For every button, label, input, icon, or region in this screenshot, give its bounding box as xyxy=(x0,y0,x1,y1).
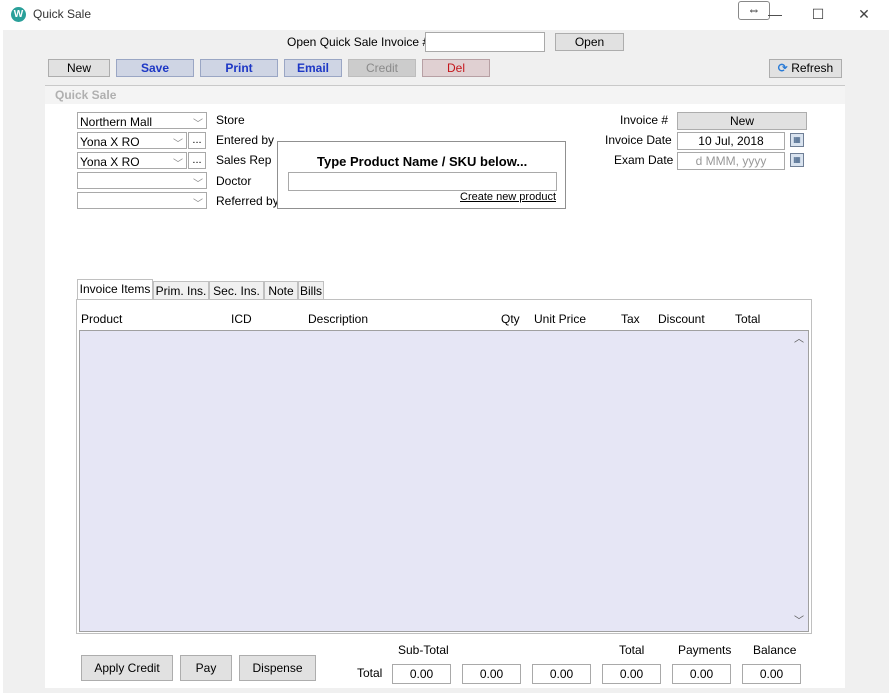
left-edge xyxy=(0,30,3,693)
sales-rep-select[interactable]: Yona X RO ﹀ xyxy=(77,152,187,170)
scroll-up-icon[interactable]: ︿ xyxy=(792,333,806,347)
invoice-date-label: Invoice Date xyxy=(605,133,672,147)
product-search-input[interactable] xyxy=(288,172,557,191)
total-value: 0.00 xyxy=(602,664,661,684)
entered-by-browse-button[interactable]: ... xyxy=(188,132,206,149)
dispense-button[interactable]: Dispense xyxy=(239,655,316,681)
subtotal-value-3: 0.00 xyxy=(532,664,591,684)
app-logo-icon: W xyxy=(11,7,26,22)
title-bar: W Quick Sale ⇔ — ☐ ✕ xyxy=(0,0,889,30)
tab-sec-ins[interactable]: Sec. Ins. xyxy=(209,281,264,300)
balance-value: 0.00 xyxy=(742,664,801,684)
grid-rows-area[interactable]: ︿ ﹀ xyxy=(79,330,809,632)
save-button[interactable]: Save xyxy=(116,59,194,77)
store-select[interactable]: Northern Mall ﹀ xyxy=(77,112,207,130)
store-label: Store xyxy=(216,113,245,127)
product-search-popup: Type Product Name / SKU below... Create … xyxy=(277,141,566,209)
section-title: Quick Sale xyxy=(55,88,117,102)
product-search-heading: Type Product Name / SKU below... xyxy=(317,154,528,169)
subtotal-header: Sub-Total xyxy=(398,643,449,657)
section-header-bar xyxy=(45,85,845,106)
sales-rep-browse-button[interactable]: ... xyxy=(188,152,206,169)
refresh-icon: ⟳ xyxy=(777,61,788,75)
subtotal-value-1: 0.00 xyxy=(392,664,451,684)
referred-by-label: Referred by xyxy=(216,194,279,208)
entered-by-label: Entered by xyxy=(216,133,275,147)
chevron-down-icon: ﹀ xyxy=(193,119,203,130)
scroll-down-icon[interactable]: ﹀ xyxy=(792,615,806,629)
refresh-label: Refresh xyxy=(791,61,834,75)
total-row-label: Total xyxy=(357,666,383,680)
column-header-description[interactable]: Description xyxy=(308,312,368,326)
delete-button[interactable]: Del xyxy=(422,59,490,77)
column-header-qty[interactable]: Qty xyxy=(501,312,520,326)
chevron-down-icon: ﹀ xyxy=(193,179,203,190)
exam-date-label: Exam Date xyxy=(614,153,674,167)
column-header-total[interactable]: Total xyxy=(735,312,760,326)
calendar-icon[interactable]: ▦ xyxy=(790,153,804,167)
email-button[interactable]: Email xyxy=(284,59,342,77)
column-header-tax[interactable]: Tax xyxy=(621,312,640,326)
tab-bills[interactable]: Bills xyxy=(298,281,324,300)
column-header-product[interactable]: Product xyxy=(81,312,122,326)
refresh-button[interactable]: ⟳ Refresh xyxy=(769,59,842,78)
entered-by-value: Yona X RO xyxy=(80,135,140,149)
quick-sale-window: W Quick Sale ⇔ — ☐ ✕ Open Quick Sale Inv… xyxy=(0,0,889,693)
chevron-down-icon: ﹀ xyxy=(173,159,183,170)
open-invoice-input[interactable] xyxy=(425,32,545,52)
open-invoice-label: Open Quick Sale Invoice # xyxy=(287,35,430,49)
total-header: Total xyxy=(619,643,645,657)
column-header-unit-price[interactable]: Unit Price xyxy=(534,312,586,326)
open-button[interactable]: Open xyxy=(555,33,624,51)
doctor-select[interactable]: ﹀ xyxy=(77,172,207,190)
tab-prim-ins[interactable]: Prim. Ins. xyxy=(153,281,209,300)
create-new-product-link[interactable]: Create new product xyxy=(460,191,556,203)
minimize-icon[interactable]: — xyxy=(761,4,789,24)
calendar-icon[interactable]: ▦ xyxy=(790,133,804,147)
chevron-down-icon: ﹀ xyxy=(193,199,203,210)
invoice-date-field[interactable]: 10 Jul, 2018 xyxy=(677,132,785,150)
chevron-down-icon: ﹀ xyxy=(173,139,183,150)
tab-note[interactable]: Note xyxy=(264,281,298,300)
subtotal-value-2: 0.00 xyxy=(462,664,521,684)
referred-by-select[interactable]: ﹀ xyxy=(77,192,207,210)
window-title: Quick Sale xyxy=(33,7,92,21)
credit-button[interactable]: Credit xyxy=(348,59,416,77)
tab-invoice-items[interactable]: Invoice Items xyxy=(77,279,153,300)
doctor-label: Doctor xyxy=(216,174,252,188)
balance-header: Balance xyxy=(753,643,797,657)
payments-value: 0.00 xyxy=(672,664,731,684)
column-header-icd[interactable]: ICD xyxy=(231,312,252,326)
entered-by-select[interactable]: Yona X RO ﹀ xyxy=(77,132,187,150)
new-button[interactable]: New xyxy=(48,59,110,77)
pay-button[interactable]: Pay xyxy=(180,655,232,681)
print-button[interactable]: Print xyxy=(200,59,278,77)
invoice-number-field: New xyxy=(677,112,807,130)
maximize-icon[interactable]: ☐ xyxy=(804,4,832,24)
payments-header: Payments xyxy=(678,643,732,657)
apply-credit-button[interactable]: Apply Credit xyxy=(81,655,173,681)
exam-date-field[interactable]: d MMM, yyyy xyxy=(677,152,785,170)
sales-rep-label: Sales Rep xyxy=(216,153,272,167)
column-header-discount[interactable]: Discount xyxy=(658,312,705,326)
sales-rep-value: Yona X RO xyxy=(80,155,140,169)
invoice-number-label: Invoice # xyxy=(620,113,669,127)
store-select-value: Northern Mall xyxy=(80,115,153,129)
close-icon[interactable]: ✕ xyxy=(850,4,878,24)
